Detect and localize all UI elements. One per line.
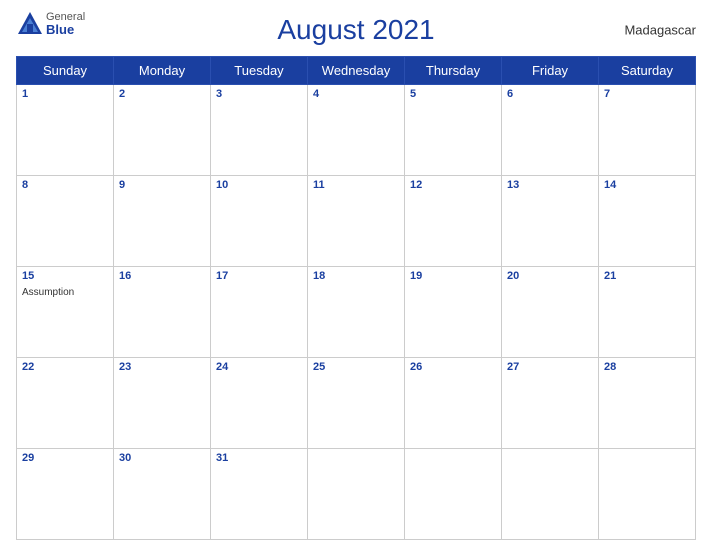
calendar-day-cell: [502, 449, 599, 540]
weekday-header-row: SundayMondayTuesdayWednesdayThursdayFrid…: [17, 57, 696, 85]
logo-blue-text: Blue: [46, 23, 85, 37]
day-number: 14: [604, 179, 690, 191]
calendar-day-cell: 5: [405, 85, 502, 176]
day-number: 4: [313, 88, 399, 100]
calendar-day-cell: 12: [405, 176, 502, 267]
calendar-day-cell: 24: [211, 358, 308, 449]
day-number: 7: [604, 88, 690, 100]
calendar-day-cell: 4: [308, 85, 405, 176]
day-number: 29: [22, 452, 108, 464]
calendar-day-cell: 8: [17, 176, 114, 267]
calendar-day-cell: 22: [17, 358, 114, 449]
calendar-day-cell: 19: [405, 267, 502, 358]
calendar-week-row: 22 23 24 25 26 27 28: [17, 358, 696, 449]
calendar-day-cell: 25: [308, 358, 405, 449]
weekday-header-wednesday: Wednesday: [308, 57, 405, 85]
calendar-day-cell: 28: [599, 358, 696, 449]
calendar-day-cell: 15 Assumption: [17, 267, 114, 358]
day-number: 22: [22, 361, 108, 373]
day-number: 25: [313, 361, 399, 373]
day-number: 10: [216, 179, 302, 191]
day-number: 20: [507, 270, 593, 282]
calendar-day-cell: 27: [502, 358, 599, 449]
calendar-day-cell: 23: [114, 358, 211, 449]
day-number: 5: [410, 88, 496, 100]
calendar-day-cell: 1: [17, 85, 114, 176]
day-number: 27: [507, 361, 593, 373]
calendar-week-row: 1234567: [17, 85, 696, 176]
calendar-day-cell: 10: [211, 176, 308, 267]
day-number: 23: [119, 361, 205, 373]
calendar-week-row: 89 10 11 12 13 14: [17, 176, 696, 267]
calendar-day-cell: [308, 449, 405, 540]
day-number: 3: [216, 88, 302, 100]
country-label: Madagascar: [624, 23, 696, 38]
calendar-day-cell: [405, 449, 502, 540]
calendar-day-cell: 29: [17, 449, 114, 540]
calendar-day-cell: 14: [599, 176, 696, 267]
weekday-header-tuesday: Tuesday: [211, 57, 308, 85]
calendar-day-cell: 3: [211, 85, 308, 176]
calendar-wrapper: General Blue August 2021 Madagascar Sund…: [0, 0, 712, 550]
day-number: 8: [22, 179, 108, 191]
calendar-day-cell: 20: [502, 267, 599, 358]
calendar-day-cell: 6: [502, 85, 599, 176]
calendar-tbody: 123456789101112131415Assumption161718192…: [17, 85, 696, 540]
day-number: 31: [216, 452, 302, 464]
logo: General Blue: [16, 10, 85, 38]
calendar-header: General Blue August 2021 Madagascar: [16, 10, 696, 50]
calendar-day-cell: 26: [405, 358, 502, 449]
day-number: 18: [313, 270, 399, 282]
calendar-day-cell: 13: [502, 176, 599, 267]
calendar-day-cell: 17: [211, 267, 308, 358]
day-number: 19: [410, 270, 496, 282]
calendar-table: SundayMondayTuesdayWednesdayThursdayFrid…: [16, 56, 696, 540]
day-number: 16: [119, 270, 205, 282]
day-number: 2: [119, 88, 205, 100]
day-number: 17: [216, 270, 302, 282]
weekday-header-sunday: Sunday: [17, 57, 114, 85]
weekday-header-monday: Monday: [114, 57, 211, 85]
logo-icon: [16, 10, 44, 38]
day-number: 21: [604, 270, 690, 282]
calendar-day-cell: 2: [114, 85, 211, 176]
calendar-thead: SundayMondayTuesdayWednesdayThursdayFrid…: [17, 57, 696, 85]
day-number: 30: [119, 452, 205, 464]
calendar-day-cell: [599, 449, 696, 540]
day-number: 24: [216, 361, 302, 373]
day-number: 6: [507, 88, 593, 100]
calendar-week-row: 15 Assumption 16 17 18 19 20 21: [17, 267, 696, 358]
calendar-day-cell: 11: [308, 176, 405, 267]
day-number: 28: [604, 361, 690, 373]
day-number: 15: [22, 270, 108, 282]
day-number: 13: [507, 179, 593, 191]
day-number: 26: [410, 361, 496, 373]
calendar-day-cell: 31: [211, 449, 308, 540]
weekday-header-saturday: Saturday: [599, 57, 696, 85]
day-event: Assumption: [22, 287, 74, 298]
calendar-day-cell: 21: [599, 267, 696, 358]
calendar-day-cell: 30: [114, 449, 211, 540]
calendar-day-cell: 18: [308, 267, 405, 358]
calendar-week-row: 29 30 31: [17, 449, 696, 540]
weekday-header-thursday: Thursday: [405, 57, 502, 85]
day-number: 1: [22, 88, 108, 100]
calendar-day-cell: 16: [114, 267, 211, 358]
day-number: 12: [410, 179, 496, 191]
calendar-title: August 2021: [277, 14, 434, 46]
weekday-header-friday: Friday: [502, 57, 599, 85]
calendar-day-cell: 7: [599, 85, 696, 176]
calendar-day-cell: 9: [114, 176, 211, 267]
day-number: 11: [313, 179, 399, 191]
logo-text: General Blue: [46, 11, 85, 37]
day-number: 9: [119, 179, 205, 191]
